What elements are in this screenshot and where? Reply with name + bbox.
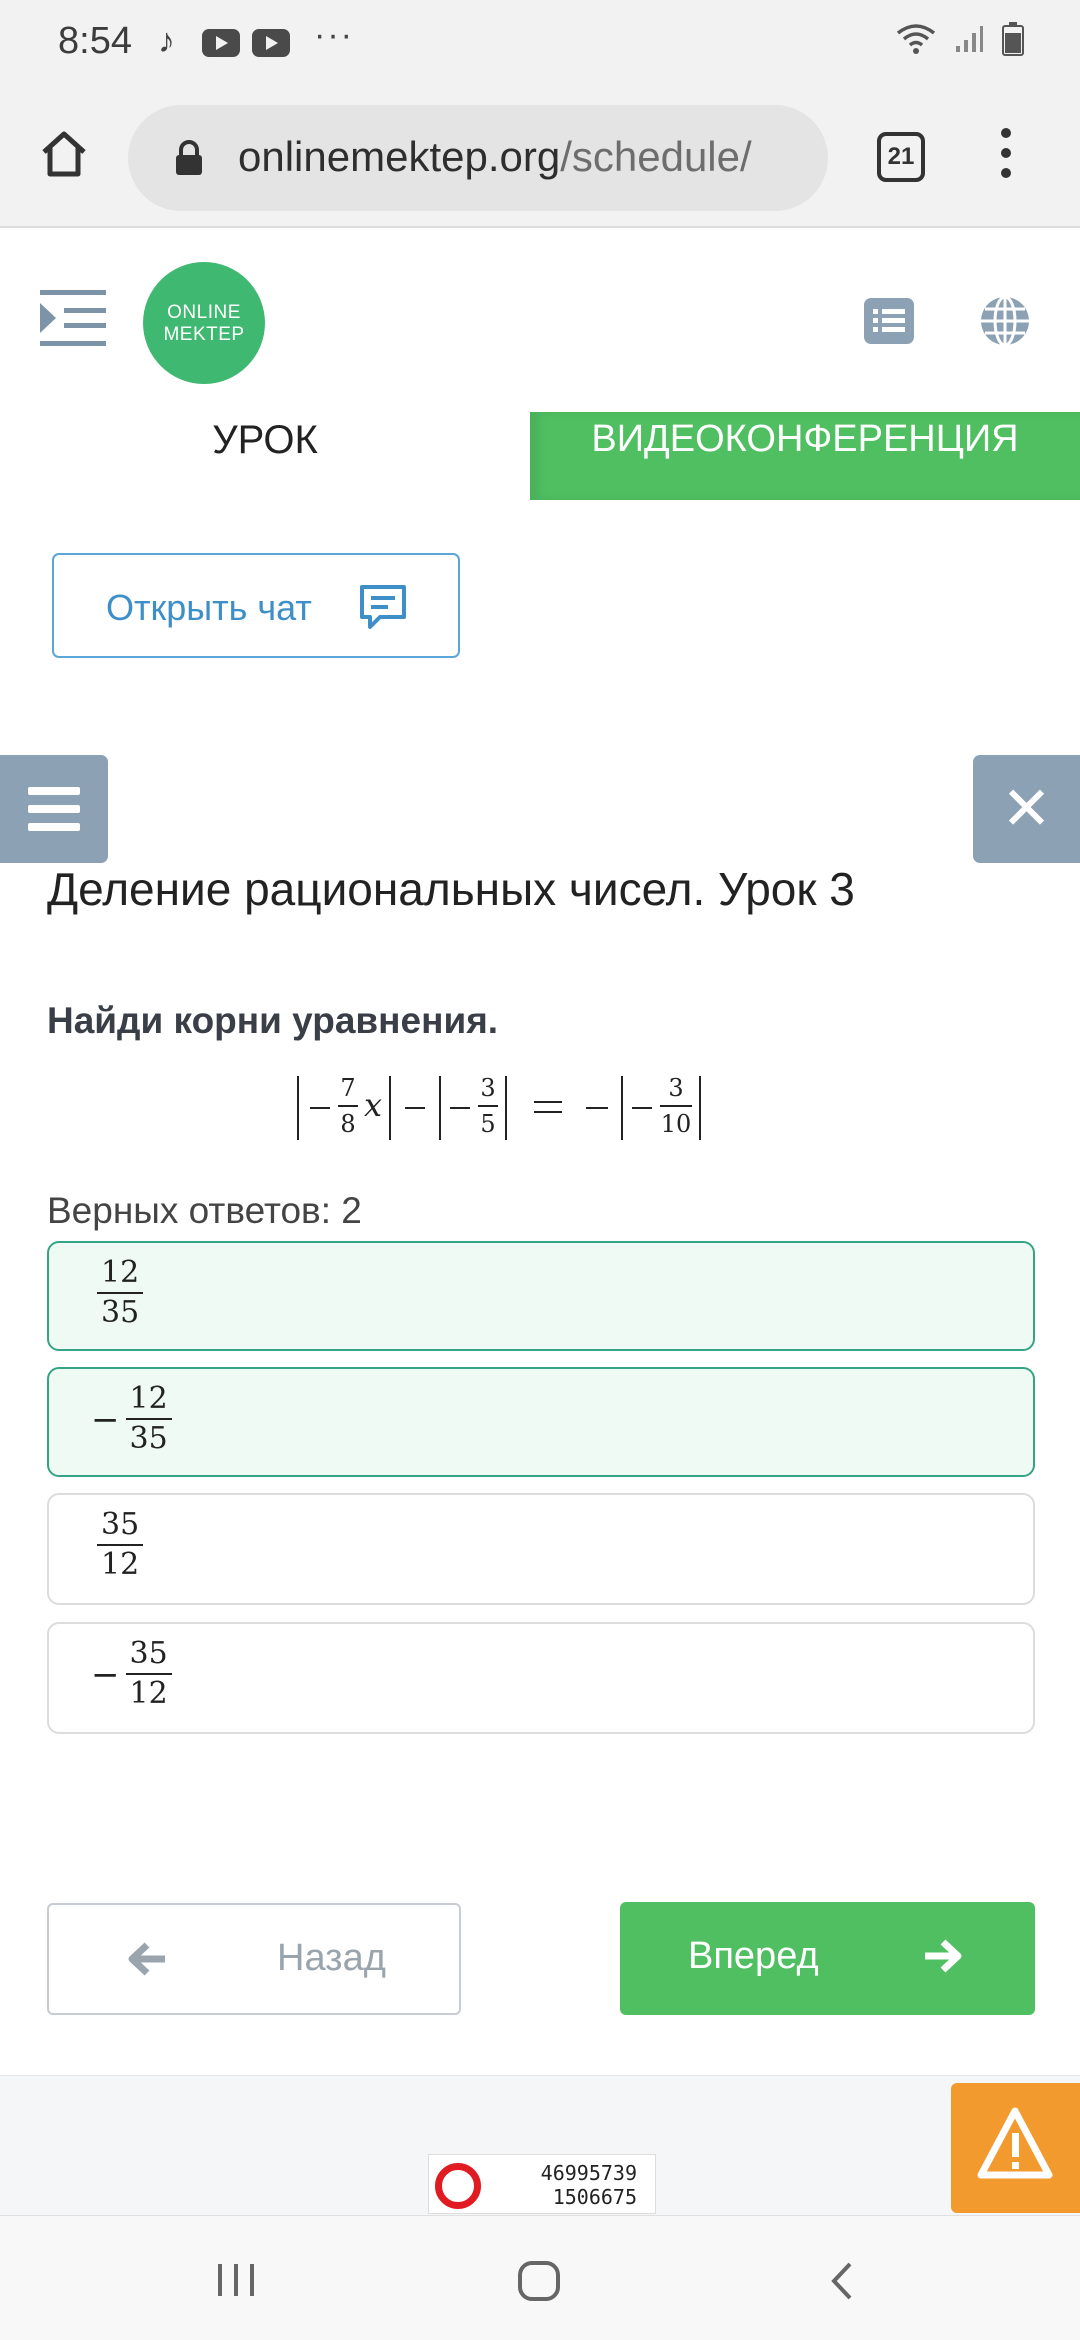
answer-sign: − [91, 1400, 120, 1440]
answer-numerator: 35 [101, 1507, 140, 1542]
answer-denominator: 12 [97, 1544, 144, 1581]
lock-icon [176, 140, 202, 175]
close-button[interactable]: ✕ [973, 755, 1080, 863]
recent-apps-icon[interactable] [214, 2260, 258, 2300]
list-icon[interactable] [864, 298, 914, 344]
back-nav-icon[interactable] [826, 2260, 856, 2302]
eq-variable: x [364, 1086, 382, 1124]
home-nav-icon[interactable] [516, 2260, 562, 2302]
eq-term3-num: 3 [668, 1074, 683, 1102]
forward-button[interactable]: Вперед [620, 1902, 1035, 2015]
browser-toolbar: onlinemektep.org/schedule/ 21 [0, 88, 1080, 228]
home-icon[interactable] [36, 126, 92, 182]
visit-counter: 46995739 1506675 [428, 2154, 656, 2214]
wifi-icon [896, 24, 936, 54]
eq-term2-num: 3 [480, 1074, 495, 1102]
counter-line1: 46995739 [540, 2161, 637, 2185]
tab-videoconference[interactable]: ВИДЕОКОНФЕРЕНЦИЯ [530, 412, 1080, 500]
sidebar-toggle-icon[interactable] [40, 288, 106, 348]
answer-option[interactable]: − 12 35 [47, 1367, 1035, 1477]
eq-term3-den: 10 [661, 1110, 692, 1138]
globe-icon[interactable] [978, 294, 1032, 348]
correct-answers-count: Верных ответов: 2 [47, 1190, 362, 1231]
site-header: ONLINE MEKTEP [0, 230, 1080, 420]
answer-denominator: 12 [125, 1673, 172, 1710]
eq-term1-den: 8 [340, 1110, 355, 1138]
battery-icon [1002, 22, 1024, 56]
browser-menu-icon[interactable] [994, 128, 1018, 188]
url-text: onlinemektep.org/schedule/ [238, 133, 752, 181]
logo-line2: MEKTEP [163, 324, 245, 345]
back-label: Назад [277, 1937, 386, 1979]
answer-fraction: 35 12 [125, 1636, 172, 1710]
lesson-menu-button[interactable] [0, 755, 108, 863]
eq-term2-den: 5 [480, 1110, 495, 1138]
answer-denominator: 35 [125, 1418, 172, 1455]
report-problem-button[interactable] [951, 2083, 1080, 2213]
url-path: /schedule/ [560, 133, 752, 180]
answer-fraction: 35 12 [97, 1507, 144, 1581]
answer-sign: − [91, 1655, 120, 1695]
tab-lesson[interactable]: УРОК [0, 410, 530, 500]
answer-numerator: 12 [101, 1255, 140, 1290]
youtube-notification-icon [202, 29, 240, 57]
equation: 7 8 x 3 5 3 10 [297, 1074, 701, 1140]
answer-numerator: 12 [129, 1381, 168, 1416]
forward-label: Вперед [688, 1935, 819, 1977]
chat-icon [360, 585, 406, 629]
more-notifications-icon: ··· [314, 16, 354, 54]
counter-logo-icon [435, 2163, 481, 2209]
counter-line2: 1506675 [552, 2185, 637, 2209]
answer-option[interactable]: − 35 12 [47, 1622, 1035, 1734]
arrow-right-icon [925, 1939, 962, 1973]
lesson-title: Деление рациональных чисел. Урок 3 [47, 863, 855, 915]
online-mektep-logo[interactable]: ONLINE MEKTEP [143, 262, 265, 384]
status-time: 8:54 [58, 20, 132, 62]
address-bar[interactable]: onlinemektep.org/schedule/ [128, 105, 828, 211]
eq-term1-num: 7 [340, 1074, 355, 1102]
answer-fraction: 12 35 [97, 1255, 144, 1329]
answer-fraction: 12 35 [125, 1381, 172, 1455]
tiktok-notification-icon: ♪ [158, 22, 175, 60]
system-navigation-bar [0, 2215, 1080, 2340]
warning-icon [977, 2107, 1053, 2179]
question-text: Найди корни уравнения. [47, 1000, 499, 1041]
arrow-left-icon [128, 1942, 165, 1976]
answer-option[interactable]: 12 35 [47, 1241, 1035, 1351]
logo-line1: ONLINE [167, 302, 241, 323]
url-domain: onlinemektep.org [238, 133, 561, 180]
youtube-notification-icon [252, 29, 290, 57]
status-bar: 8:54 ♪ ··· [0, 0, 1080, 88]
open-chat-button[interactable]: Открыть чат [52, 553, 460, 658]
tabs-button[interactable]: 21 [877, 132, 925, 182]
answer-denominator: 35 [97, 1292, 144, 1329]
answer-option[interactable]: 35 12 [47, 1493, 1035, 1605]
back-button[interactable]: Назад [47, 1903, 461, 2015]
signal-icon [956, 26, 983, 52]
close-icon: ✕ [1001, 775, 1052, 842]
answer-numerator: 35 [129, 1636, 168, 1671]
open-chat-label: Открыть чат [106, 587, 312, 628]
